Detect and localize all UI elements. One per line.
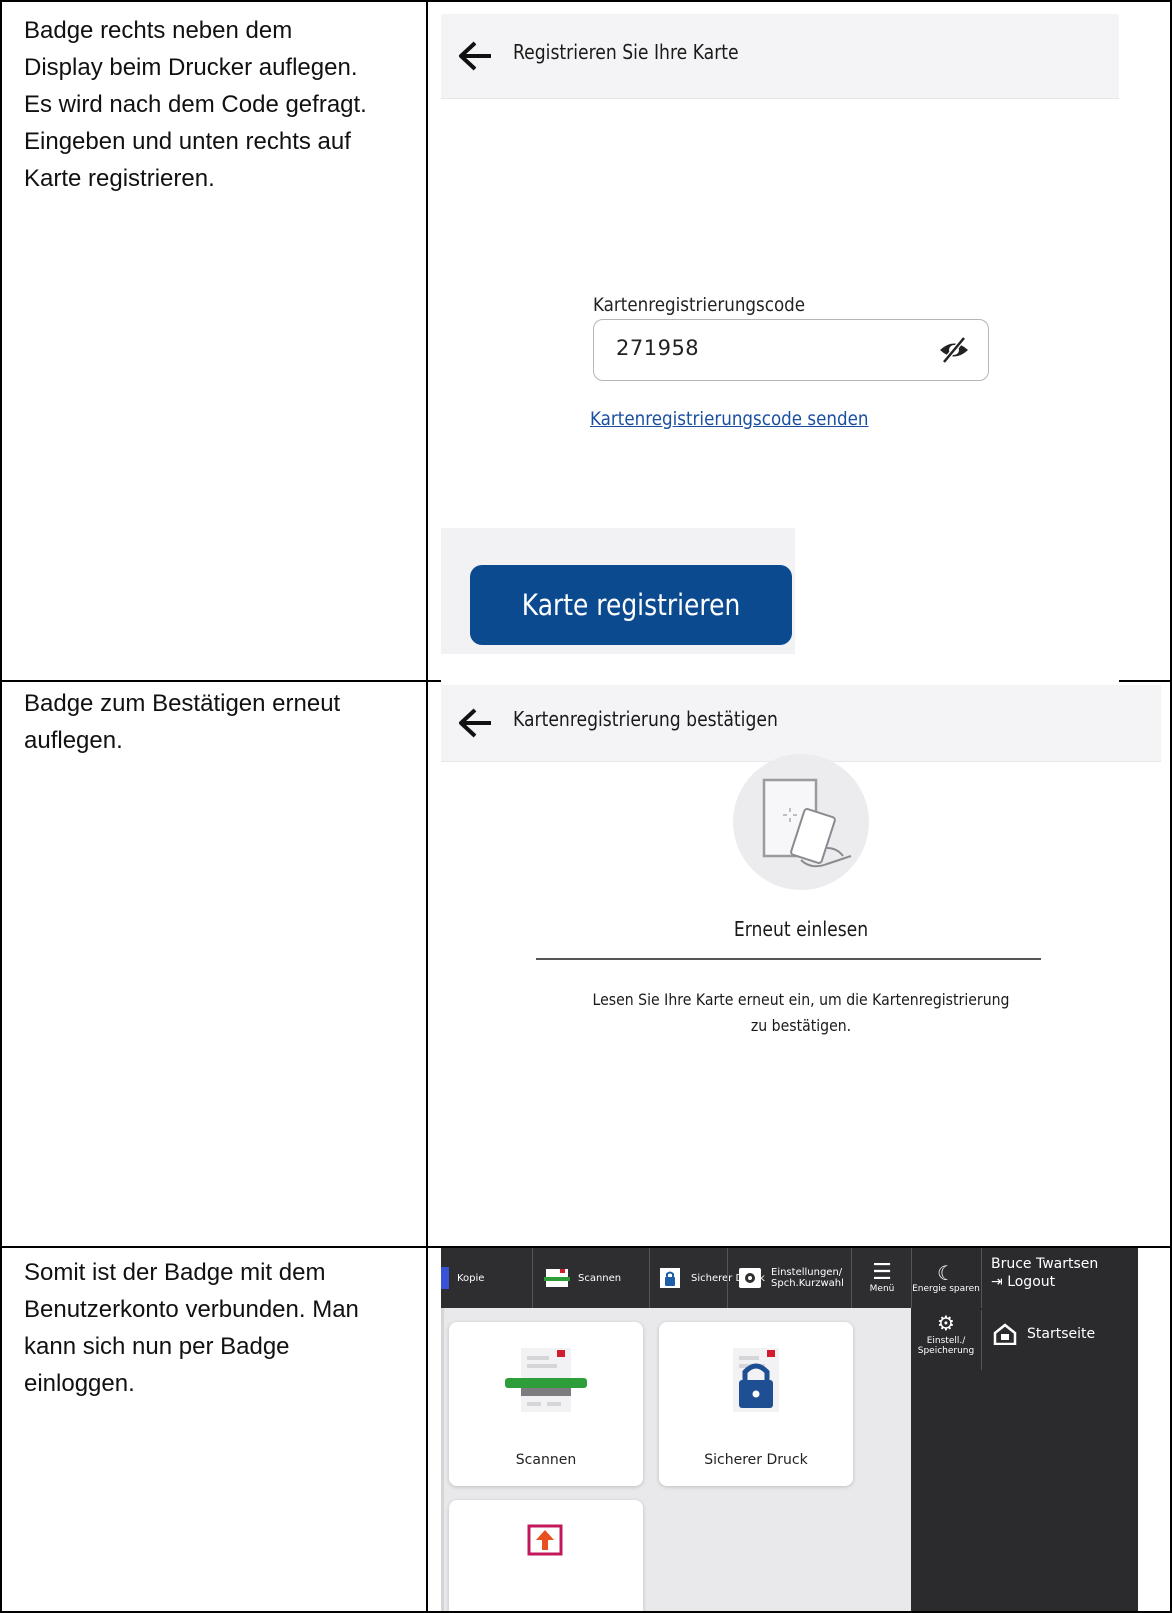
scanner-icon	[544, 1269, 570, 1287]
startseite-label: Startseite	[1027, 1326, 1096, 1342]
printer-home-screen: Kopie Scannen Sicherer Druck Einstellung…	[441, 1248, 1138, 1611]
card-reader-icon	[762, 778, 852, 868]
code-input[interactable]: 271958	[593, 319, 989, 381]
toolbar-kopie[interactable]: Kopie	[441, 1248, 531, 1308]
toolbar-menu[interactable]: ☰ Menü	[853, 1248, 911, 1308]
scanner-icon	[505, 1348, 587, 1412]
register-card-button[interactable]: Karte registrieren	[470, 565, 792, 645]
back-arrow-icon[interactable]	[457, 40, 493, 72]
secure-print-icon	[660, 1268, 680, 1288]
toolbar-einstellungen-label-1: Einstellungen/	[771, 1267, 843, 1278]
code-input-value: 271958	[616, 336, 700, 360]
screen-header: Registrieren Sie Ihre Karte	[441, 14, 1119, 99]
screen-header: Kartenregistrierung bestätigen	[441, 685, 1161, 762]
toolbar-menu-label: Menü	[869, 1284, 895, 1294]
einstell-label-1: Einstell./	[926, 1336, 966, 1346]
logout-label: Logout	[1007, 1274, 1056, 1290]
moon-icon: ☾	[937, 1261, 955, 1285]
code-field-label: Kartenregistrierungscode	[593, 294, 806, 316]
table-border-left	[0, 0, 2, 1613]
tile-upload[interactable]	[449, 1500, 643, 1611]
copy-icon	[441, 1267, 449, 1289]
tile-scannen[interactable]: Scannen	[449, 1322, 643, 1486]
startseite-button[interactable]: Startseite	[993, 1314, 1095, 1354]
toolbar-scannen-label: Scannen	[578, 1272, 622, 1284]
logout-icon: ⇥	[991, 1274, 1003, 1290]
tile-scannen-label: Scannen	[515, 1452, 577, 1468]
step-2-description: Badge zum Bestätigen erneut auflegen.	[24, 690, 341, 754]
padlock-icon	[733, 1348, 779, 1412]
toolbar-separator	[532, 1248, 533, 1308]
toolbar-energie[interactable]: ☾ Energie sparen	[911, 1248, 981, 1308]
toolbar-scannen[interactable]: Scannen	[544, 1248, 664, 1308]
gear-icon	[739, 1268, 761, 1288]
user-name: Bruce Twartsen	[991, 1256, 1099, 1272]
table-border-top	[0, 0, 1172, 2]
table-column-divider	[426, 0, 428, 1613]
divider	[536, 958, 1041, 960]
toolbar-einstellungen-label-2: Spch.Kurzwahl	[771, 1278, 844, 1289]
gear-icon: ⚙	[937, 1311, 955, 1335]
reread-message-line-2: zu bestätigen.	[750, 1016, 852, 1035]
einstell-label-2: Speicherung	[917, 1346, 975, 1356]
toolbar-kopie-label: Kopie	[457, 1272, 485, 1284]
toolbar-energie-label: Energie sparen	[912, 1284, 980, 1294]
upload-icon	[527, 1524, 563, 1556]
screen-title: Registrieren Sie Ihre Karte	[513, 40, 739, 64]
confirm-registration-screen: Kartenregistrierung bestätigen Erneut ei…	[441, 685, 1161, 1242]
menu-icon: ☰	[872, 1260, 892, 1285]
register-card-button-label: Karte registrieren	[521, 588, 741, 622]
reread-heading: Erneut einlesen	[733, 917, 869, 941]
step-3-description: Somit ist der Badge mit dem Benutzerkont…	[24, 1259, 359, 1397]
left-scroll-edge	[441, 1308, 444, 1611]
screen-title: Kartenregistrierung bestätigen	[513, 707, 778, 731]
home-icon	[993, 1323, 1017, 1345]
toolbar-separator	[727, 1248, 728, 1308]
tile-sicherer-druck[interactable]: Sicherer Druck	[659, 1322, 853, 1486]
eye-slash-icon[interactable]	[938, 336, 970, 364]
reread-message-line-1: Lesen Sie Ihre Karte erneut ein, um die …	[592, 990, 1010, 1009]
toolbar-separator	[981, 1310, 982, 1370]
send-code-link[interactable]: Kartenregistrierungscode senden	[590, 408, 868, 430]
einstell-speicherung-button[interactable]: ⚙ Einstell./ Speicherung	[911, 1310, 981, 1370]
logout-button[interactable]: ⇥ Logout	[991, 1274, 1098, 1290]
toolbar-separator	[981, 1248, 982, 1308]
toolbar-einstellungen[interactable]: Einstellungen/ Spch.Kurzwahl	[737, 1248, 857, 1308]
toolbar-separator	[851, 1248, 852, 1308]
step-1-description: Badge rechts neben dem Display beim Druc…	[24, 17, 367, 192]
toolbar-separator	[649, 1248, 650, 1308]
back-arrow-icon[interactable]	[457, 707, 493, 739]
tile-sicherer-druck-label: Sicherer Druck	[704, 1452, 808, 1468]
user-account: Bruce Twartsen ⇥ Logout	[991, 1256, 1098, 1290]
